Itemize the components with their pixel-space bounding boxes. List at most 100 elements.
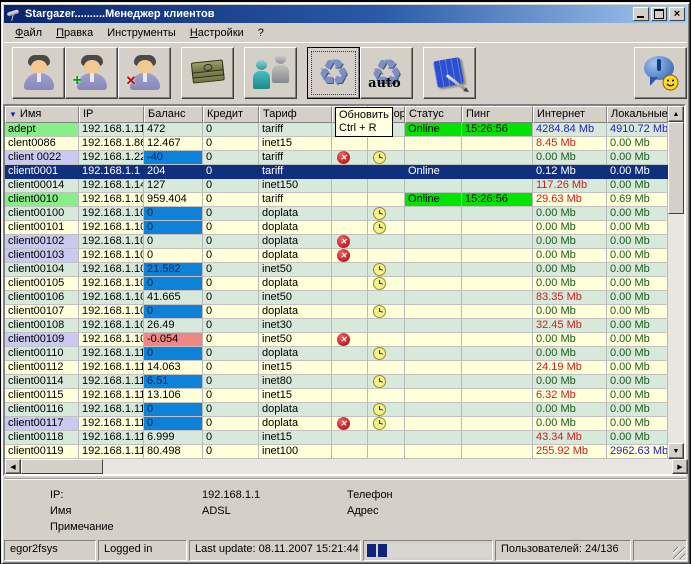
internet-cell: 6.32 Mb [533,389,607,403]
menu-item-?[interactable]: ? [251,26,271,40]
scroll-left-button[interactable]: ◀ [5,459,21,474]
column-label: IP [83,108,93,120]
table-row[interactable]: client00014192.168.1.141270inet150117.26… [5,179,668,193]
table-row[interactable]: client00116192.168.1.11600doplata0.00 Mb… [5,403,668,417]
close-button[interactable]: × [669,7,685,21]
table-row[interactable]: client00101192.168.1.10100doplata0.00 Mb… [5,221,668,235]
table-row[interactable]: client00119192.168.1.11980.4980inet10025… [5,445,668,459]
horizontal-scroll-track[interactable] [103,459,672,474]
frozen-cell [368,151,405,165]
ping-cell [462,319,533,333]
table-row[interactable]: client00108192.168.1.10826.490inet3032.4… [5,319,668,333]
table-row[interactable]: client00115192.168.1.11513.1060inet156.3… [5,389,668,403]
column-header-Статус[interactable]: Статус [405,106,462,123]
menu-item-Файл[interactable]: Файл [8,26,49,40]
internet-cell: 0.00 Mb [533,305,607,319]
local-cell: 0.00 Mb [607,263,668,277]
column-header-Локальные р[interactable]: Локальные р [607,106,668,123]
column-header-Кредит[interactable]: Кредит [203,106,259,123]
local-cell: 0.00 Mb [607,347,668,361]
users-button[interactable] [244,47,297,99]
refresh-button[interactable]: ♻ [307,47,360,99]
column-header-Интернет[interactable]: Интернет [533,106,607,123]
disabled-cell [332,193,368,207]
column-header-Баланс[interactable]: Баланс [144,106,203,123]
table-row[interactable]: client0001192.168.1.12040tariffOnline0.1… [5,165,668,179]
tariff-cell: inet30 [259,319,332,333]
vertical-scrollbar[interactable]: ▲ ▼ [668,106,684,459]
balance-cell: 0 [144,249,203,263]
resize-grip[interactable] [633,540,687,561]
column-header-Тариф[interactable]: Тариф [259,106,332,123]
table-row[interactable]: client0010192.168.1.10959.4040tariffOnli… [5,193,668,207]
disabled-cell [332,165,368,179]
menu-item-Инструменты[interactable]: Инструменты [100,26,183,40]
minimize-button[interactable] [633,7,649,21]
maximize-icon [654,9,664,19]
balloon-smiley-icon [643,55,679,91]
table-row[interactable]: client00109192.168.1.109-0.0540inet500.0… [5,333,668,347]
table-row[interactable]: client00106192.168.1.10641.6650inet5083.… [5,291,668,305]
arrow-down-icon: ▼ [673,448,680,455]
disabled-cell [332,235,368,249]
tariff-cell: inet80 [259,375,332,389]
ip-cell: 192.168.1.105 [79,277,144,291]
detail-1-value: ADSL [202,505,231,517]
table-row[interactable]: client 0022192.168.1.22-400tariff0.00 Mb… [5,151,668,165]
table-row[interactable]: client00114192.168.1.1146.510inet800.00 … [5,375,668,389]
table-row[interactable]: clent0086192.168.1.8612.4670inet158.45 M… [5,137,668,151]
name-cell: client0010 [5,193,79,207]
internet-cell: 0.00 Mb [533,221,607,235]
table-row[interactable]: client00104192.168.1.10421.5820inet500.0… [5,263,668,277]
table-row[interactable]: client00117192.168.1.11700doplata0.00 Mb… [5,417,668,431]
status-cell [405,375,462,389]
ping-cell [462,277,533,291]
local-cell: 0.00 Mb [607,305,668,319]
client-delete-button[interactable]: ✕ [118,47,171,99]
ping-cell [462,249,533,263]
horizontal-scrollbar[interactable]: ◀ ▶ [5,459,688,474]
menu-item-Настройки[interactable]: Настройки [183,26,251,40]
name-cell: client00110 [5,347,79,361]
name-cell: client00108 [5,319,79,333]
vertical-scroll-thumb[interactable] [668,122,684,214]
frozen-clock-icon [373,221,386,234]
scroll-down-button[interactable]: ▼ [668,443,684,459]
table-row[interactable]: client00102192.168.1.10200doplata0.00 Mb… [5,235,668,249]
internet-cell: 0.00 Mb [533,403,607,417]
credit-cell: 0 [203,445,259,459]
menu-bar: ФайлПравкаИнструментыНастройки? [4,24,687,41]
table-row[interactable]: client00118192.168.1.1186.9990inet1543.3… [5,431,668,445]
ping-cell [462,361,533,375]
table-row[interactable]: client00112192.168.1.11214.0630inet1524.… [5,361,668,375]
table-row[interactable]: client00107192.168.1.10700doplata0.00 Mb… [5,305,668,319]
tariff-cell: doplata [259,305,332,319]
log-button[interactable] [423,47,476,99]
tariff-cell: inet50 [259,333,332,347]
messages-button[interactable] [634,47,687,99]
local-cell: 0.00 Mb [607,417,668,431]
column-header-IP[interactable]: IP [79,106,144,123]
client-view-button[interactable] [12,47,65,99]
auto-refresh-button[interactable]: ♻auto [360,47,413,99]
horizontal-scroll-thumb[interactable] [21,459,103,474]
local-cell: 0.00 Mb [607,235,668,249]
table-row[interactable]: client00100192.168.1.10000doplata0.00 Mb… [5,207,668,221]
table-row[interactable]: client00110192.168.1.11000doplata0.00 Mb… [5,347,668,361]
scroll-right-button[interactable]: ▶ [672,459,688,474]
maximize-button[interactable] [651,7,667,21]
client-add-button[interactable]: + [65,47,118,99]
column-header-Имя[interactable]: ▼Имя [5,106,79,123]
app-window: Stargazer..........Менеджер клиентов × Ф… [1,2,690,564]
title-bar[interactable]: Stargazer..........Менеджер клиентов × [4,5,687,23]
table-row[interactable]: client00103192.168.1.10300doplata0.00 Mb… [5,249,668,263]
close-icon: × [674,9,680,19]
table-row[interactable]: client00105192.168.1.10500doplata0.00 Mb… [5,277,668,291]
payments-button[interactable] [181,47,234,99]
menu-item-Правка[interactable]: Правка [49,26,100,40]
column-header-Пинг[interactable]: Пинг [462,106,533,123]
people-pair-icon [251,54,291,92]
frozen-clock-icon [373,375,386,388]
progress-block [367,544,376,557]
scroll-up-button[interactable]: ▲ [668,106,684,122]
